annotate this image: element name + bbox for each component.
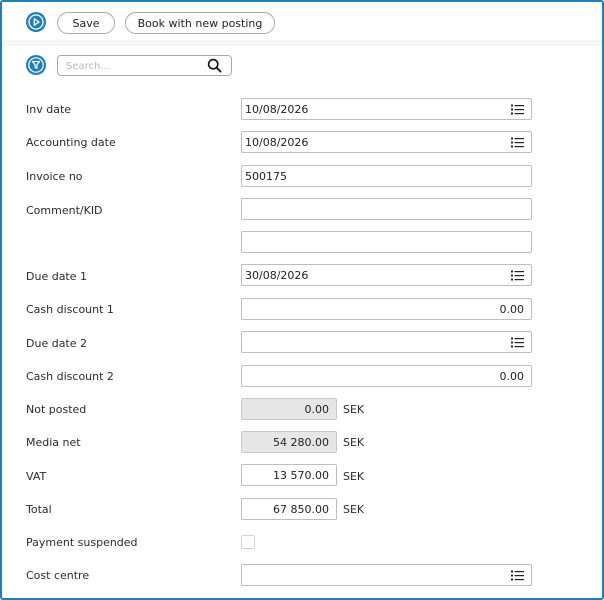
media-net-unit: SEK bbox=[343, 436, 365, 449]
payment-suspended-label: Payment suspended bbox=[26, 536, 138, 549]
total-field[interactable]: 67 850.00 bbox=[241, 498, 337, 520]
inv-date-label: Inv date bbox=[26, 103, 72, 116]
list-icon[interactable] bbox=[511, 137, 524, 151]
cash-discount-2-value: 0.00 bbox=[499, 370, 525, 383]
accounting-date-value: 10/08/2026 bbox=[245, 136, 309, 149]
comment-kid-field-2[interactable] bbox=[241, 231, 532, 253]
invoice-panel: Save Book with new posting Inv date 10/0… bbox=[0, 0, 604, 600]
inv-date-field[interactable]: 10/08/2026 bbox=[241, 98, 532, 120]
invoice-no-value: 500175 bbox=[245, 170, 287, 183]
book-with-new-posting-button[interactable]: Book with new posting bbox=[125, 12, 275, 34]
cash-discount-2-field[interactable]: 0.00 bbox=[241, 365, 532, 387]
vat-label: VAT bbox=[26, 470, 47, 483]
total-label: Total bbox=[26, 503, 52, 516]
toolbar-divider bbox=[2, 40, 602, 46]
cash-discount-1-field[interactable]: 0.00 bbox=[241, 298, 532, 320]
cash-discount-1-value: 0.00 bbox=[499, 303, 525, 316]
play-icon[interactable] bbox=[26, 12, 46, 32]
not-posted-label: Not posted bbox=[26, 403, 87, 416]
media-net-label: Media net bbox=[26, 436, 81, 449]
search-input[interactable] bbox=[66, 59, 201, 73]
total-value: 67 850.00 bbox=[273, 503, 329, 516]
invoice-no-label: Invoice no bbox=[26, 170, 83, 183]
not-posted-field: 0.00 bbox=[241, 398, 337, 420]
toolbar: Save Book with new posting bbox=[2, 2, 602, 40]
media-net-field: 54 280.00 bbox=[241, 431, 337, 453]
vat-field[interactable]: 13 570.00 bbox=[241, 464, 337, 486]
list-icon[interactable] bbox=[511, 104, 524, 118]
magnifier-icon[interactable] bbox=[207, 58, 222, 76]
vat-unit: SEK bbox=[343, 470, 365, 483]
accounting-date-label: Accounting date bbox=[26, 136, 116, 149]
cash-discount-2-label: Cash discount 2 bbox=[26, 370, 114, 383]
due-date-1-label: Due date 1 bbox=[26, 270, 88, 283]
invoice-no-field[interactable]: 500175 bbox=[241, 165, 532, 187]
save-button[interactable]: Save bbox=[57, 12, 115, 34]
due-date-2-field[interactable] bbox=[241, 331, 532, 353]
list-icon[interactable] bbox=[511, 270, 524, 284]
comment-kid-field[interactable] bbox=[241, 198, 532, 220]
total-unit: SEK bbox=[343, 503, 365, 516]
due-date-2-label: Due date 2 bbox=[26, 337, 88, 350]
search-box bbox=[57, 55, 232, 76]
payment-suspended-checkbox[interactable] bbox=[241, 535, 255, 549]
funnel-icon[interactable] bbox=[26, 55, 46, 75]
media-net-value: 54 280.00 bbox=[273, 436, 329, 449]
cost-centre-label: Cost centre bbox=[26, 569, 90, 582]
due-date-1-value: 30/08/2026 bbox=[245, 269, 309, 282]
list-icon[interactable] bbox=[511, 570, 524, 584]
not-posted-value: 0.00 bbox=[304, 403, 330, 416]
cost-centre-field[interactable] bbox=[241, 564, 532, 586]
accounting-date-field[interactable]: 10/08/2026 bbox=[241, 131, 532, 153]
due-date-1-field[interactable]: 30/08/2026 bbox=[241, 264, 532, 286]
inv-date-value: 10/08/2026 bbox=[245, 103, 309, 116]
vat-value: 13 570.00 bbox=[273, 469, 329, 482]
comment-kid-label: Comment/KID bbox=[26, 204, 103, 217]
not-posted-unit: SEK bbox=[343, 403, 365, 416]
list-icon[interactable] bbox=[511, 337, 524, 351]
cash-discount-1-label: Cash discount 1 bbox=[26, 303, 114, 316]
